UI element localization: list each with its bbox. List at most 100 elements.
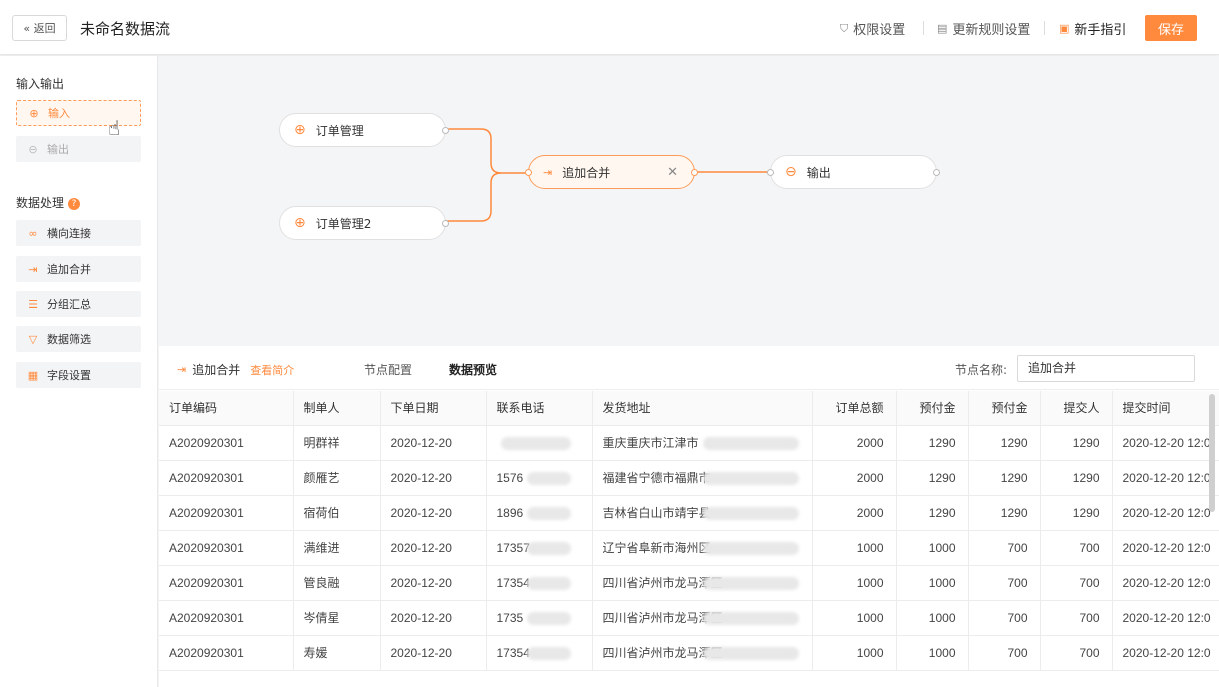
cell-text: 700 <box>1007 645 1028 660</box>
redaction-mask <box>702 436 799 450</box>
back-button[interactable]: « 返回 <box>12 15 67 41</box>
sidebar-item-output[interactable]: ⊖ 输出 <box>16 136 141 162</box>
cell-text: 2020-12-20 <box>390 505 452 520</box>
table-cell-time: 2020-12-20 12:0 <box>1112 565 1219 601</box>
redaction-mask <box>526 646 571 660</box>
table-cell-submitter: 700 <box>1040 530 1113 566</box>
cell-text: 2000 <box>856 505 884 520</box>
table-row[interactable]: A2020920301 宿荷伯 2020-12-20 1896 吉林省白山市靖宇县 200… <box>159 495 1219 531</box>
save-button[interactable]: 保存 <box>1145 15 1197 41</box>
divider <box>923 21 924 35</box>
table-cell-date: 2020-12-20 <box>380 530 487 566</box>
cell-text: 1735 <box>496 610 524 625</box>
update-rules-link[interactable]: ▤ 更新规则设置 <box>937 19 1030 38</box>
flow-node-order-2[interactable]: ⊕ 订单管理2 <box>279 206 449 240</box>
output-port[interactable] <box>691 169 698 176</box>
table-row[interactable]: A2020920301 明群祥 2020-12-20 重庆重庆市江津市 2000 1290… <box>159 425 1219 461</box>
column-header[interactable]: 预付金 <box>896 391 969 426</box>
tab-data-preview[interactable]: 数据预览 <box>449 361 497 378</box>
sidebar-item-input[interactable]: ⊕ 输入 <box>16 100 141 126</box>
output-port[interactable] <box>442 127 449 134</box>
column-header[interactable]: 联系电话 <box>486 391 593 426</box>
table-cell-total: 2000 <box>812 425 897 461</box>
cell-text: 2020-12-20 <box>390 645 452 660</box>
shield-icon: ⛉ <box>840 21 849 35</box>
flow-node-order-1[interactable]: ⊕ 订单管理 <box>279 113 449 147</box>
table-cell-time: 2020-12-20 12:0 <box>1112 600 1219 636</box>
preview-table: 订单编码 制单人 下单日期 联系电话 发货地址 订单总额 预付金 预付金 提交人… <box>159 391 1219 671</box>
redaction-mask <box>526 471 571 485</box>
node-name-input[interactable]: 追加合并 <box>1017 355 1195 382</box>
table-row[interactable]: A2020920301 管良融 2020-12-20 17354 四川省泸州市龙马潭区 1… <box>159 565 1219 601</box>
input-icon: ⊕ <box>294 122 306 138</box>
table-row[interactable]: A2020920301 岑倩星 2020-12-20 1735 四川省泸州市龙马潭区 10… <box>159 600 1219 636</box>
input-port[interactable] <box>525 169 532 176</box>
help-icon[interactable]: ? <box>68 198 81 210</box>
table-cell-phone: 1735 <box>486 600 593 636</box>
table-cell-prepay2: 700 <box>968 530 1041 566</box>
flow-connectors <box>446 128 770 222</box>
flow-node-merge[interactable]: ⇥ 追加合并 ✕ <box>525 155 698 189</box>
tab-node-config[interactable]: 节点配置 <box>364 361 412 378</box>
table-cell-prepay2: 1290 <box>968 425 1041 461</box>
cell-text: A2020920301 <box>169 505 244 520</box>
column-header[interactable]: 订单总额 <box>812 391 897 426</box>
append-icon: ⇥ <box>28 262 38 276</box>
cell-text: 1290 <box>1072 505 1100 520</box>
column-header[interactable]: 制单人 <box>293 391 381 426</box>
output-port[interactable] <box>933 169 940 176</box>
column-header[interactable]: 订单编码 <box>159 391 294 426</box>
cell-text: 2020-12-20 12:0 <box>1122 470 1211 485</box>
close-icon[interactable]: ✕ <box>667 165 678 180</box>
processing-title-text: 数据处理 <box>16 196 65 210</box>
table-row[interactable]: A2020920301 颜雁艺 2020-12-20 1576 福建省宁德市福鼎市 200… <box>159 460 1219 496</box>
view-intro-link[interactable]: 查看简介 <box>250 362 294 378</box>
vertical-scrollbar[interactable] <box>1209 394 1215 512</box>
table-cell-phone: 17354 <box>486 565 593 601</box>
table-cell-time: 2020-12-20 12:0 <box>1112 460 1219 496</box>
table-cell-prepay2: 700 <box>968 565 1041 601</box>
cell-text: 1290 <box>1000 505 1028 520</box>
sidebar-item-append[interactable]: ⇥ 追加合并 <box>16 256 141 282</box>
sidebar-item-group[interactable]: ☰ 分组汇总 <box>16 291 141 317</box>
cell-text: 1290 <box>1000 435 1028 450</box>
redaction-mask <box>702 576 799 590</box>
table-row[interactable]: A2020920301 满维进 2020-12-20 17357 辽宁省阜新市海州区 10… <box>159 530 1219 566</box>
cell-text: 17354 <box>496 645 530 660</box>
cell-text: 17354 <box>496 575 530 590</box>
sidebar-item-join[interactable]: ∞ 横向连接 <box>16 220 141 246</box>
sidebar-item-label: 追加合并 <box>47 263 91 276</box>
permission-settings-link[interactable]: ⛉ 权限设置 <box>840 19 905 39</box>
column-header[interactable]: 发货地址 <box>592 391 813 426</box>
input-port[interactable] <box>767 169 774 176</box>
table-cell-prepay1: 1000 <box>896 600 969 636</box>
column-header[interactable]: 提交时间 <box>1112 391 1219 426</box>
cell-text: 2020-12-20 <box>390 435 452 450</box>
table-cell-address: 福建省宁德市福鼎市 <box>592 460 813 496</box>
column-header[interactable]: 提交人 <box>1040 391 1113 426</box>
cell-text: 700 <box>1007 540 1028 555</box>
flow-node-output[interactable]: ⊖ 输出 <box>767 155 940 189</box>
column-header[interactable]: 预付金 <box>968 391 1041 426</box>
table-cell-total: 1000 <box>812 565 897 601</box>
cell-text: 1000 <box>856 575 884 590</box>
redaction-mask <box>526 611 571 625</box>
io-section-title: 输入输出 <box>16 77 65 91</box>
cell-text: 重庆重庆市江津市 <box>602 436 699 450</box>
cell-text: 2020-12-20 <box>390 610 452 625</box>
divider <box>1044 21 1045 35</box>
cell-text: 700 <box>1079 540 1100 555</box>
sidebar-item-fields[interactable]: ▦ 字段设置 <box>16 362 141 388</box>
output-port[interactable] <box>442 220 449 227</box>
output-icon: ⊖ <box>28 142 38 156</box>
cell-text: 1000 <box>928 610 956 625</box>
guide-link[interactable]: ▣ 新手指引 <box>1059 19 1126 38</box>
table-cell-total: 1000 <box>812 635 897 671</box>
table-row[interactable]: A2020920301 寿媛 2020-12-20 17354 四川省泸州市龙马潭区 10… <box>159 635 1219 671</box>
cell-text: 17357 <box>496 540 530 555</box>
sidebar-item-filter[interactable]: ▽ 数据筛选 <box>16 326 141 352</box>
cell-text: 700 <box>1007 610 1028 625</box>
table-cell-phone: 17357 <box>486 530 593 566</box>
flow-canvas[interactable]: ⊕ 订单管理 ⊕ 订单管理2 ⇥ 追加合并 ✕ ⊖ 输出 <box>159 56 1219 346</box>
column-header[interactable]: 下单日期 <box>380 391 487 426</box>
